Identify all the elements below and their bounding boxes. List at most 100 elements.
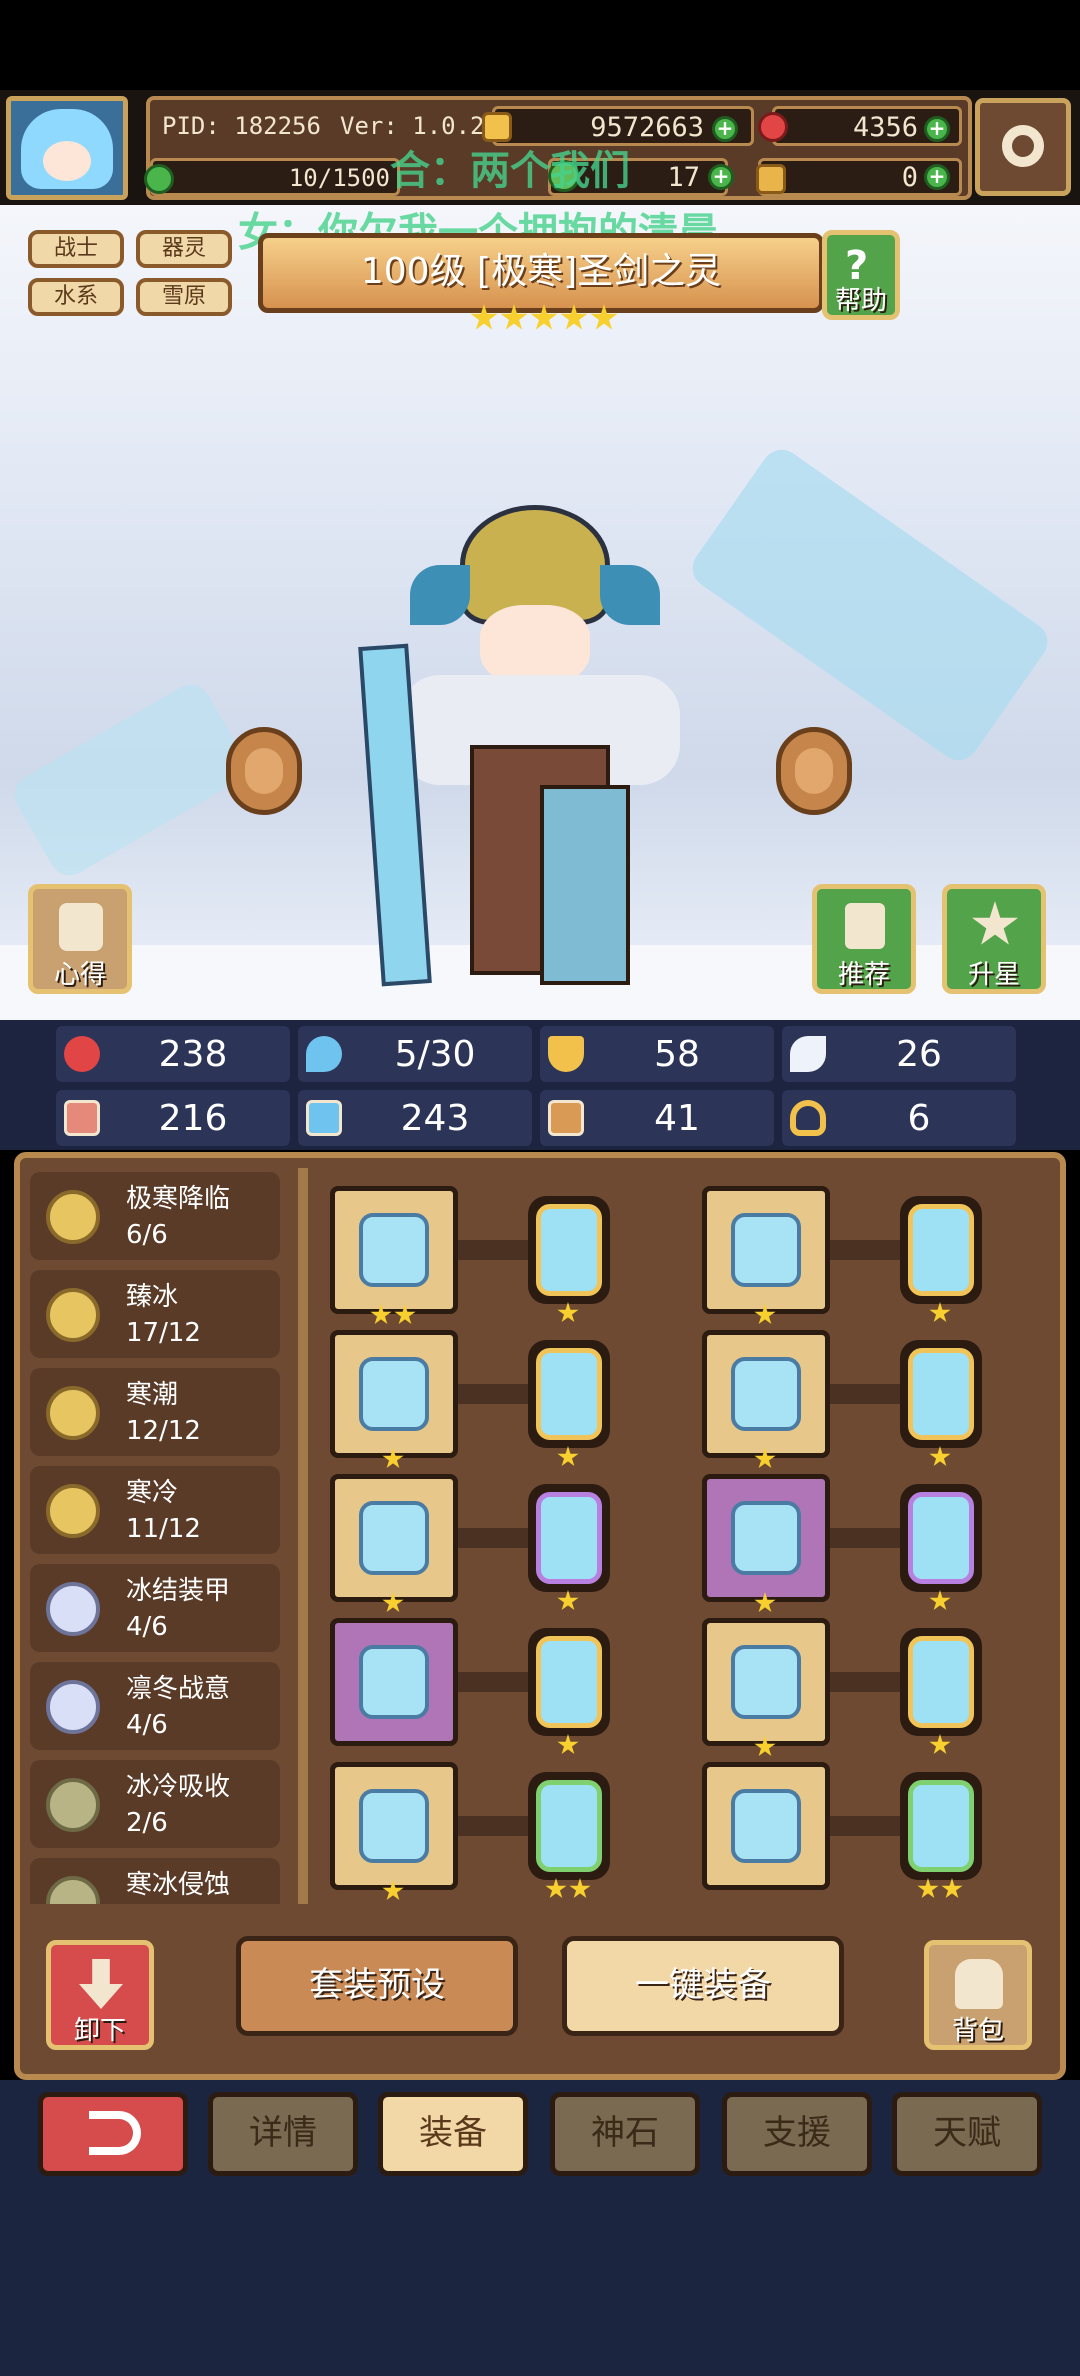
watermark-line1: 合：两个我们 xyxy=(390,148,630,194)
drop-icon xyxy=(306,1036,342,1072)
auto-equip-button[interactable]: 一键装备 xyxy=(562,1936,844,2036)
set-bonus-item[interactable]: 寒潮 12/12 xyxy=(30,1368,280,1456)
add-clover-button[interactable]: + xyxy=(708,164,734,190)
recommend-button[interactable]: 推荐 xyxy=(812,884,916,994)
set-count: 4/6 xyxy=(126,1710,168,1740)
stat-value: 6 xyxy=(907,1098,931,1139)
rune-gem-icon xyxy=(908,1204,974,1296)
star-upgrade-icon xyxy=(971,901,1019,945)
equip-slot-ring[interactable] xyxy=(330,1762,458,1890)
star-icon xyxy=(530,304,558,330)
equip-slot-necklace[interactable] xyxy=(330,1474,458,1602)
set-count: 2/6 xyxy=(126,1808,168,1838)
book-icon xyxy=(306,1100,342,1136)
tag-element: 水系 xyxy=(28,278,124,316)
stat-speed: 41 xyxy=(540,1090,774,1146)
rune-slot[interactable] xyxy=(900,1628,982,1736)
rune-slot[interactable] xyxy=(528,1196,610,1304)
hero-title: 100级 [极寒]圣剑之灵 xyxy=(258,233,824,313)
rune-gem-icon xyxy=(908,1492,974,1584)
hero-horn-right xyxy=(600,565,660,625)
equip-slot-bracer[interactable] xyxy=(702,1474,830,1602)
back-arrow-icon xyxy=(89,2111,141,2155)
tab-equipment[interactable]: 装备 xyxy=(378,2092,528,2176)
preset-button[interactable]: 套装预设 xyxy=(236,1936,518,2036)
bag-label: 背包 xyxy=(951,2016,1004,2046)
equip-slot-armor[interactable] xyxy=(702,1330,830,1458)
upstar-button[interactable]: 升星 xyxy=(942,884,1046,994)
stat-mana: 5/30 xyxy=(298,1026,532,1082)
pid-text: PID: 182256 xyxy=(162,112,321,140)
stat-magic: 243 xyxy=(298,1090,532,1146)
ring-icon xyxy=(359,1789,429,1863)
set-bonus-item[interactable]: 寒冷 11/12 xyxy=(30,1466,280,1554)
equip-slot-helmet[interactable] xyxy=(702,1186,830,1314)
set-bonus-item[interactable]: 寒冰侵蚀 xyxy=(30,1858,280,1904)
set-gold-icon xyxy=(46,1190,100,1244)
set-name: 冰冷吸收 xyxy=(126,1772,231,1802)
notes-button[interactable]: 心得 xyxy=(28,884,132,994)
rune-slot[interactable] xyxy=(528,1628,610,1736)
rune-slot[interactable] xyxy=(900,1196,982,1304)
rune-slot[interactable] xyxy=(528,1340,610,1448)
hero-character[interactable] xyxy=(358,505,740,1005)
rune-slot[interactable] xyxy=(900,1772,982,1880)
rune-slot[interactable] xyxy=(528,1484,610,1592)
add-ruby-button[interactable]: + xyxy=(924,116,950,142)
stat-evasion: 26 xyxy=(782,1026,1016,1082)
equip-slot-weapon[interactable] xyxy=(330,1186,458,1314)
set-bonus-item[interactable]: 臻冰 17/12 xyxy=(30,1270,280,1358)
equip-slot-boots[interactable] xyxy=(702,1762,830,1890)
notes-label: 心得 xyxy=(53,960,106,990)
bracer-icon xyxy=(731,1501,801,1575)
tab-details[interactable]: 详情 xyxy=(208,2092,358,2176)
helmet-icon xyxy=(731,1213,801,1287)
set-gold-icon xyxy=(46,1484,100,1538)
rune-gem-icon xyxy=(536,1780,602,1872)
back-button[interactable] xyxy=(38,2092,188,2176)
avatar-face xyxy=(43,141,91,181)
hero-cape xyxy=(540,785,630,985)
prev-hero-button[interactable] xyxy=(226,727,302,815)
boot-icon xyxy=(548,1100,584,1136)
set-bonus-item[interactable]: 极寒降临 6/6 xyxy=(30,1172,280,1260)
player-avatar[interactable] xyxy=(6,96,128,200)
add-gold-button[interactable]: + xyxy=(712,116,738,142)
tag-type: 器灵 xyxy=(136,230,232,268)
shield-icon xyxy=(548,1036,584,1072)
slot-link xyxy=(458,1816,528,1836)
horseshoe-icon xyxy=(790,1100,826,1136)
tab-talent[interactable]: 天赋 xyxy=(892,2092,1042,2176)
set-count: 17/12 xyxy=(126,1318,201,1348)
set-bonus-item[interactable]: 凛冬战意 4/6 xyxy=(30,1662,280,1750)
set-bonus-list[interactable]: 极寒降临 6/6 臻冰 17/12 寒潮 12/12 寒冷 11/12 冰结装甲… xyxy=(30,1168,288,1904)
thumbs-up-icon xyxy=(845,903,885,949)
rune-gem-icon xyxy=(536,1348,602,1440)
stat-luck: 6 xyxy=(782,1090,1016,1146)
set-bonus-item[interactable]: 冰结装甲 4/6 xyxy=(30,1564,280,1652)
set-bonus-item[interactable]: 冰冷吸收 2/6 xyxy=(30,1760,280,1848)
help-label: 帮助 xyxy=(834,286,887,316)
add-key-button[interactable]: + xyxy=(924,164,950,190)
tab-godstone[interactable]: 神石 xyxy=(550,2092,700,2176)
set-name: 极寒降临 xyxy=(126,1184,231,1214)
ruby-amount: 4356 xyxy=(852,112,918,143)
tab-support[interactable]: 支援 xyxy=(722,2092,872,2176)
rune-slot[interactable] xyxy=(900,1484,982,1592)
next-hero-button[interactable] xyxy=(776,727,852,815)
set-count: 4/6 xyxy=(126,1612,168,1642)
settings-button[interactable] xyxy=(975,98,1071,196)
key-icon xyxy=(756,164,786,194)
hero-face xyxy=(480,605,590,685)
rune-gem-icon xyxy=(908,1780,974,1872)
rune-gem-icon xyxy=(536,1204,602,1296)
equip-slot-amulet[interactable] xyxy=(330,1618,458,1746)
bag-button[interactable]: 背包 xyxy=(924,1940,1032,2050)
help-button[interactable]: ? 帮助 xyxy=(822,230,900,320)
slot-link xyxy=(830,1528,900,1548)
equip-slot-shield[interactable] xyxy=(330,1330,458,1458)
unequip-button[interactable]: 卸下 xyxy=(46,1940,154,2050)
rune-slot[interactable] xyxy=(900,1340,982,1448)
equip-slot-belt[interactable] xyxy=(702,1618,830,1746)
rune-slot[interactable] xyxy=(528,1772,610,1880)
